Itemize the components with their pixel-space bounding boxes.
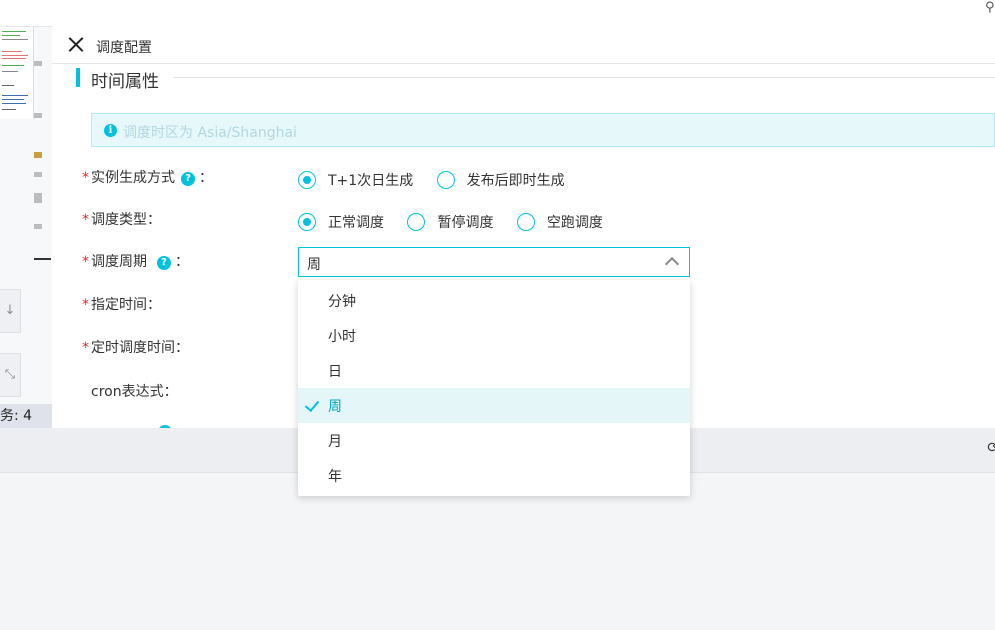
- dropdown-option-month[interactable]: 月: [298, 423, 690, 458]
- radio-label: 正常调度: [328, 215, 384, 231]
- option-label: 月: [328, 434, 342, 450]
- radio-immediate[interactable]: 发布后即时生成: [436, 170, 565, 190]
- label-text: 调度周期: [91, 254, 147, 270]
- pin-icon[interactable]: ⚲: [985, 0, 995, 16]
- strip-mark: [34, 113, 42, 118]
- strip-mark: [34, 61, 42, 66]
- expand-icon: ⤡: [4, 367, 16, 382]
- check-icon: [304, 396, 320, 413]
- required-mark: *: [82, 254, 89, 270]
- radio-label: T+1次日生成: [328, 173, 414, 189]
- help-icon[interactable]: ?: [181, 172, 195, 186]
- option-label: 分钟: [328, 294, 356, 310]
- required-mark: *: [82, 212, 89, 228]
- label-text: 定时调度时间: [91, 340, 175, 356]
- select-value: 周: [307, 257, 321, 273]
- info-icon: i: [104, 124, 117, 137]
- schedule-type-label: * 调度类型：: [82, 209, 161, 229]
- dropdown-option-week[interactable]: 周: [298, 388, 690, 423]
- required-mark: *: [82, 297, 89, 313]
- radio-unchecked-icon[interactable]: [407, 213, 426, 231]
- bottom-right-icon[interactable]: ⟳: [987, 440, 995, 456]
- schedule-cycle-label: * 调度周期? ：: [82, 251, 189, 271]
- colon: ：: [199, 170, 213, 186]
- schedule-cycle-select[interactable]: 周: [298, 247, 690, 277]
- specified-time-label: * 指定时间：: [82, 294, 161, 314]
- colon: ：: [147, 297, 161, 313]
- strip-mark: [34, 193, 42, 203]
- radio-paused[interactable]: 暂停调度: [407, 212, 493, 232]
- dropdown-option-day[interactable]: 日: [298, 353, 690, 388]
- expand-button[interactable]: ⤡: [0, 353, 21, 397]
- radio-unchecked-icon[interactable]: [516, 213, 535, 231]
- radio-label: 发布后即时生成: [466, 173, 565, 189]
- strip-mark: [34, 152, 42, 158]
- help-icon[interactable]: ?: [157, 256, 171, 270]
- radio-normal[interactable]: 正常调度: [298, 212, 384, 232]
- radio-checked-icon[interactable]: [298, 213, 316, 231]
- radio-checked-icon[interactable]: [298, 171, 316, 189]
- panel-title: 调度配置: [96, 40, 152, 56]
- section-title: 时间属性: [91, 72, 159, 92]
- schedule-cycle-dropdown: 分钟 小时 日 周 月 年: [298, 280, 690, 496]
- instance-mode-label: * 实例生成方式? ：: [82, 167, 213, 187]
- strip-mark: [34, 172, 42, 177]
- timezone-tip: i 调度时区为 Asia/Shanghai: [91, 113, 995, 147]
- collapse-button[interactable]: ↓: [0, 289, 21, 333]
- close-icon[interactable]: [66, 35, 86, 55]
- label-text: 实例生成方式: [91, 170, 175, 186]
- arrow-down-icon: ↓: [4, 303, 16, 318]
- dropdown-option-hour[interactable]: 小时: [298, 318, 690, 353]
- radio-dry-run[interactable]: 空跑调度: [516, 212, 603, 232]
- instance-mode-radio-group: T+1次日生成 发布后即时生成: [298, 170, 584, 193]
- option-label: 小时: [328, 329, 356, 345]
- colon: ：: [175, 340, 189, 356]
- help-icon[interactable]: [158, 425, 172, 428]
- colon: ：: [163, 384, 178, 400]
- panel-header: 调度配置: [52, 26, 995, 64]
- colon: ：: [175, 254, 189, 270]
- task-count: 务: 4: [0, 404, 52, 428]
- timed-schedule-time-label: * 定时调度时间：: [82, 337, 189, 357]
- timezone-tip-text: 调度时区为 Asia/Shanghai: [123, 125, 297, 141]
- radio-t-plus-1[interactable]: T+1次日生成: [298, 170, 413, 190]
- dropdown-option-year[interactable]: 年: [298, 458, 690, 493]
- option-label: 周: [328, 399, 342, 415]
- label-text: 调度类型: [91, 212, 147, 228]
- section-divider: [173, 77, 995, 78]
- minimap-thumbnail: [0, 27, 34, 119]
- required-mark: *: [82, 170, 89, 186]
- radio-label: 暂停调度: [437, 215, 494, 231]
- section-accent-bar: [76, 68, 80, 87]
- label-text: cron表达式: [91, 384, 164, 400]
- label-text: 指定时间: [91, 297, 147, 313]
- option-label: 日: [328, 364, 342, 380]
- schedule-type-radio-group: 正常调度 暂停调度 空跑调度: [298, 212, 622, 235]
- chevron-up-icon[interactable]: [664, 256, 680, 272]
- top-bar: ⚲: [0, 0, 995, 27]
- required-mark: *: [82, 340, 89, 356]
- option-label: 年: [328, 469, 342, 485]
- cron-label: cron表达式：: [91, 381, 178, 401]
- strip-line: [34, 258, 51, 260]
- radio-unchecked-icon[interactable]: [436, 171, 455, 189]
- radio-label: 空跑调度: [546, 215, 603, 231]
- strip-mark: [34, 224, 42, 229]
- colon: ：: [147, 212, 161, 228]
- dropdown-option-minute[interactable]: 分钟: [298, 283, 690, 318]
